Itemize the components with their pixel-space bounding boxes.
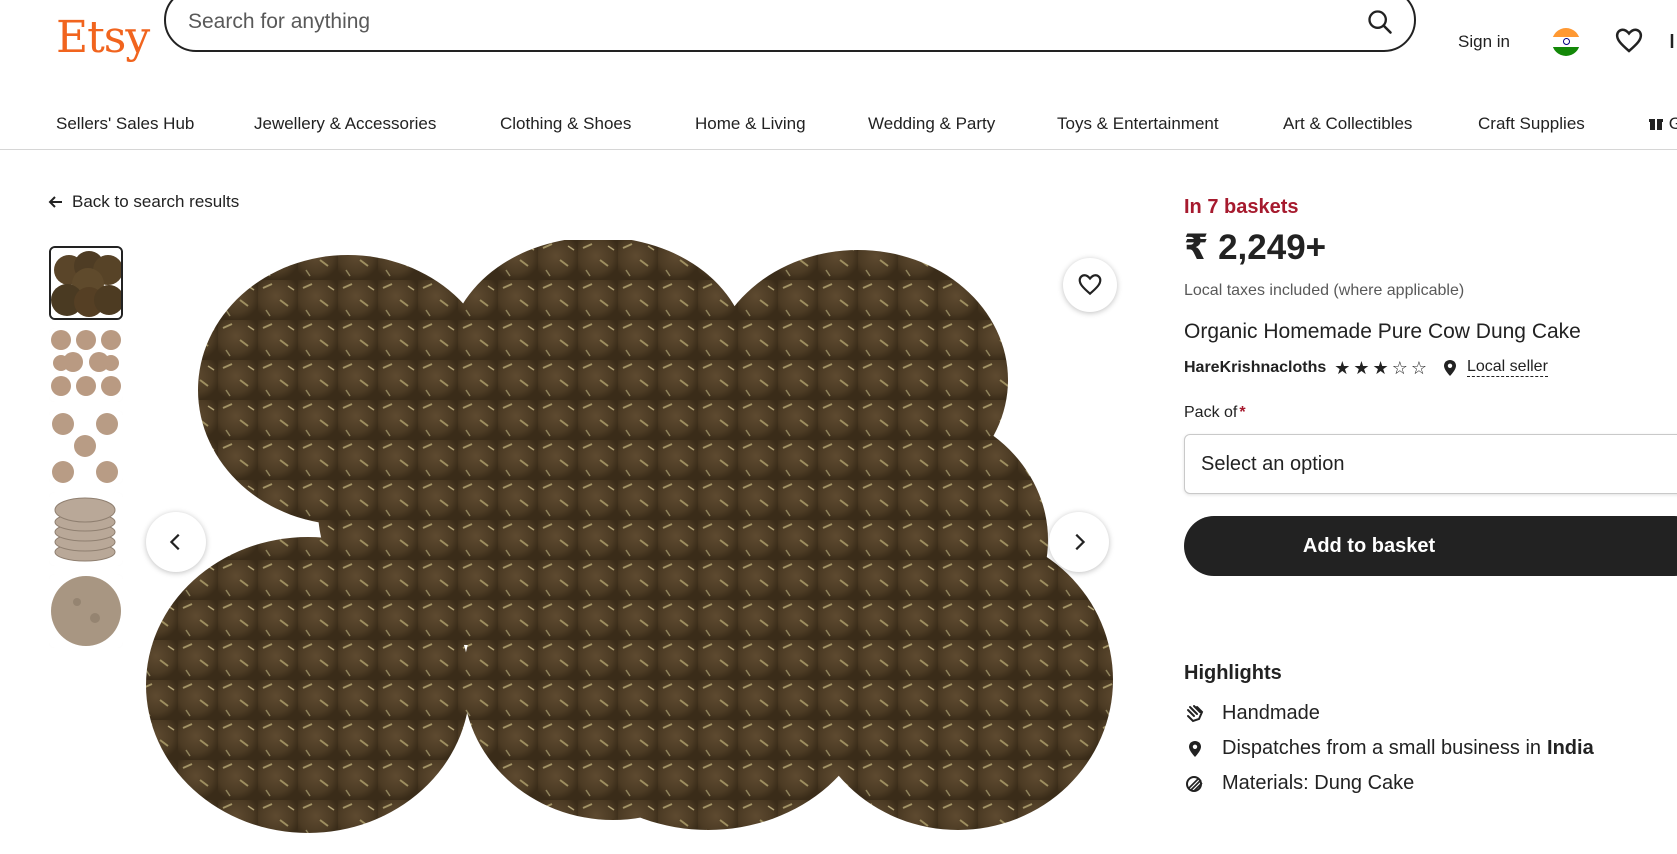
pack-of-select[interactable]: Select an option — [1184, 434, 1677, 494]
search-icon — [1368, 10, 1392, 34]
star-filled-icon: ★ — [1334, 357, 1351, 378]
nav-jewellery-accessories[interactable]: Jewellery & Accessories — [254, 114, 436, 134]
back-link-label: Back to search results — [72, 192, 240, 211]
nav-home-living[interactable]: Home & Living — [695, 114, 806, 134]
etsy-logo[interactable]: Etsy — [56, 12, 150, 63]
pack-of-label: Pack of * — [1184, 404, 1246, 422]
local-seller-link[interactable]: Local seller — [1466, 358, 1548, 377]
tax-note: Local taxes included (where applicable) — [1184, 282, 1465, 299]
nav-craft-supplies[interactable]: Craft Supplies — [1478, 114, 1585, 134]
basket-icon[interactable] — [1668, 30, 1677, 54]
star-empty-icon: ☆ — [1410, 357, 1427, 378]
required-marker: * — [1239, 404, 1246, 421]
nav-clothing-shoes[interactable]: Clothing & Shoes — [500, 114, 631, 134]
location-pin-icon — [1443, 359, 1457, 377]
back-to-search-link[interactable]: Back to search results — [48, 192, 239, 212]
india-flag-icon[interactable] — [1552, 28, 1580, 56]
nav-sellers-sales-hub[interactable]: Sellers' Sales Hub — [56, 114, 194, 134]
product-title: Organic Homemade Pure Cow Dung Cake — [1184, 320, 1581, 343]
nav-gifts-label: G — [1668, 114, 1677, 133]
seller-row: HareKrishnacloths ★ ★ ★ ☆ ☆ Local seller — [1184, 358, 1548, 377]
search-bar — [164, 0, 1416, 52]
heart-icon — [1615, 28, 1643, 53]
chevron-right-icon — [1075, 533, 1086, 551]
seller-rating: ★ ★ ★ ☆ ☆ — [1334, 359, 1427, 377]
nav-wedding-party[interactable]: Wedding & Party — [868, 114, 995, 134]
heart-icon — [1078, 274, 1102, 296]
materials-icon — [1184, 773, 1206, 795]
favorites-button[interactable] — [1614, 26, 1644, 56]
star-filled-icon: ★ — [1372, 357, 1389, 378]
chevron-left-icon — [169, 533, 180, 551]
nav-art-collectibles[interactable]: Art & Collectibles — [1283, 114, 1412, 134]
add-to-basket-label: Add to basket — [1302, 534, 1436, 557]
thumbnail-5[interactable] — [49, 574, 123, 648]
search-button[interactable] — [1362, 4, 1398, 40]
next-image-button[interactable] — [1049, 512, 1109, 572]
highlight-dispatch-text: Dispatches from a small business in — [1222, 737, 1542, 759]
site-header: Etsy Sign in — [0, 0, 1677, 92]
nav-gifts[interactable]: G — [1648, 114, 1677, 134]
add-to-basket-button[interactable]: Add to basket — [1184, 516, 1677, 576]
thumbnail-2[interactable] — [49, 328, 123, 402]
arrow-left-icon — [48, 196, 62, 208]
sign-in-link[interactable]: Sign in — [1458, 32, 1510, 52]
highlight-handmade: Handmade — [1184, 702, 1320, 725]
star-filled-icon: ★ — [1353, 357, 1370, 378]
select-placeholder: Select an option — [1201, 453, 1345, 475]
hand-icon — [1184, 703, 1206, 725]
favorite-item-button[interactable] — [1063, 258, 1117, 312]
thumbnail-4[interactable] — [49, 492, 123, 566]
thumbnail-3[interactable] — [49, 410, 123, 484]
highlight-dispatch-country: India — [1547, 737, 1594, 759]
category-nav: Sellers' Sales Hub Jewellery & Accessori… — [0, 100, 1677, 150]
highlight-handmade-text: Handmade — [1222, 702, 1320, 724]
highlight-materials: Materials: Dung Cake — [1184, 772, 1414, 795]
star-empty-icon: ☆ — [1391, 357, 1408, 378]
description-heading-partial — [1184, 842, 1304, 854]
thumbnail-1[interactable] — [49, 246, 123, 320]
seller-name-link[interactable]: HareKrishnacloths — [1184, 359, 1326, 377]
nav-toys-entertainment[interactable]: Toys & Entertainment — [1057, 114, 1219, 134]
highlight-dispatch: Dispatches from a small business in Indi… — [1184, 737, 1594, 760]
highlights-heading: Highlights — [1184, 662, 1282, 684]
product-price: ₹ 2,249+ — [1184, 228, 1327, 267]
previous-image-button[interactable] — [146, 512, 206, 572]
search-input[interactable] — [188, 4, 1288, 40]
basket-count: In 7 baskets — [1184, 196, 1299, 218]
location-pin-icon — [1184, 738, 1206, 760]
pack-of-text: Pack of — [1184, 404, 1238, 421]
product-image — [138, 237, 1118, 840]
gift-icon — [1649, 119, 1663, 130]
highlight-materials-text: Materials: Dung Cake — [1222, 772, 1415, 794]
